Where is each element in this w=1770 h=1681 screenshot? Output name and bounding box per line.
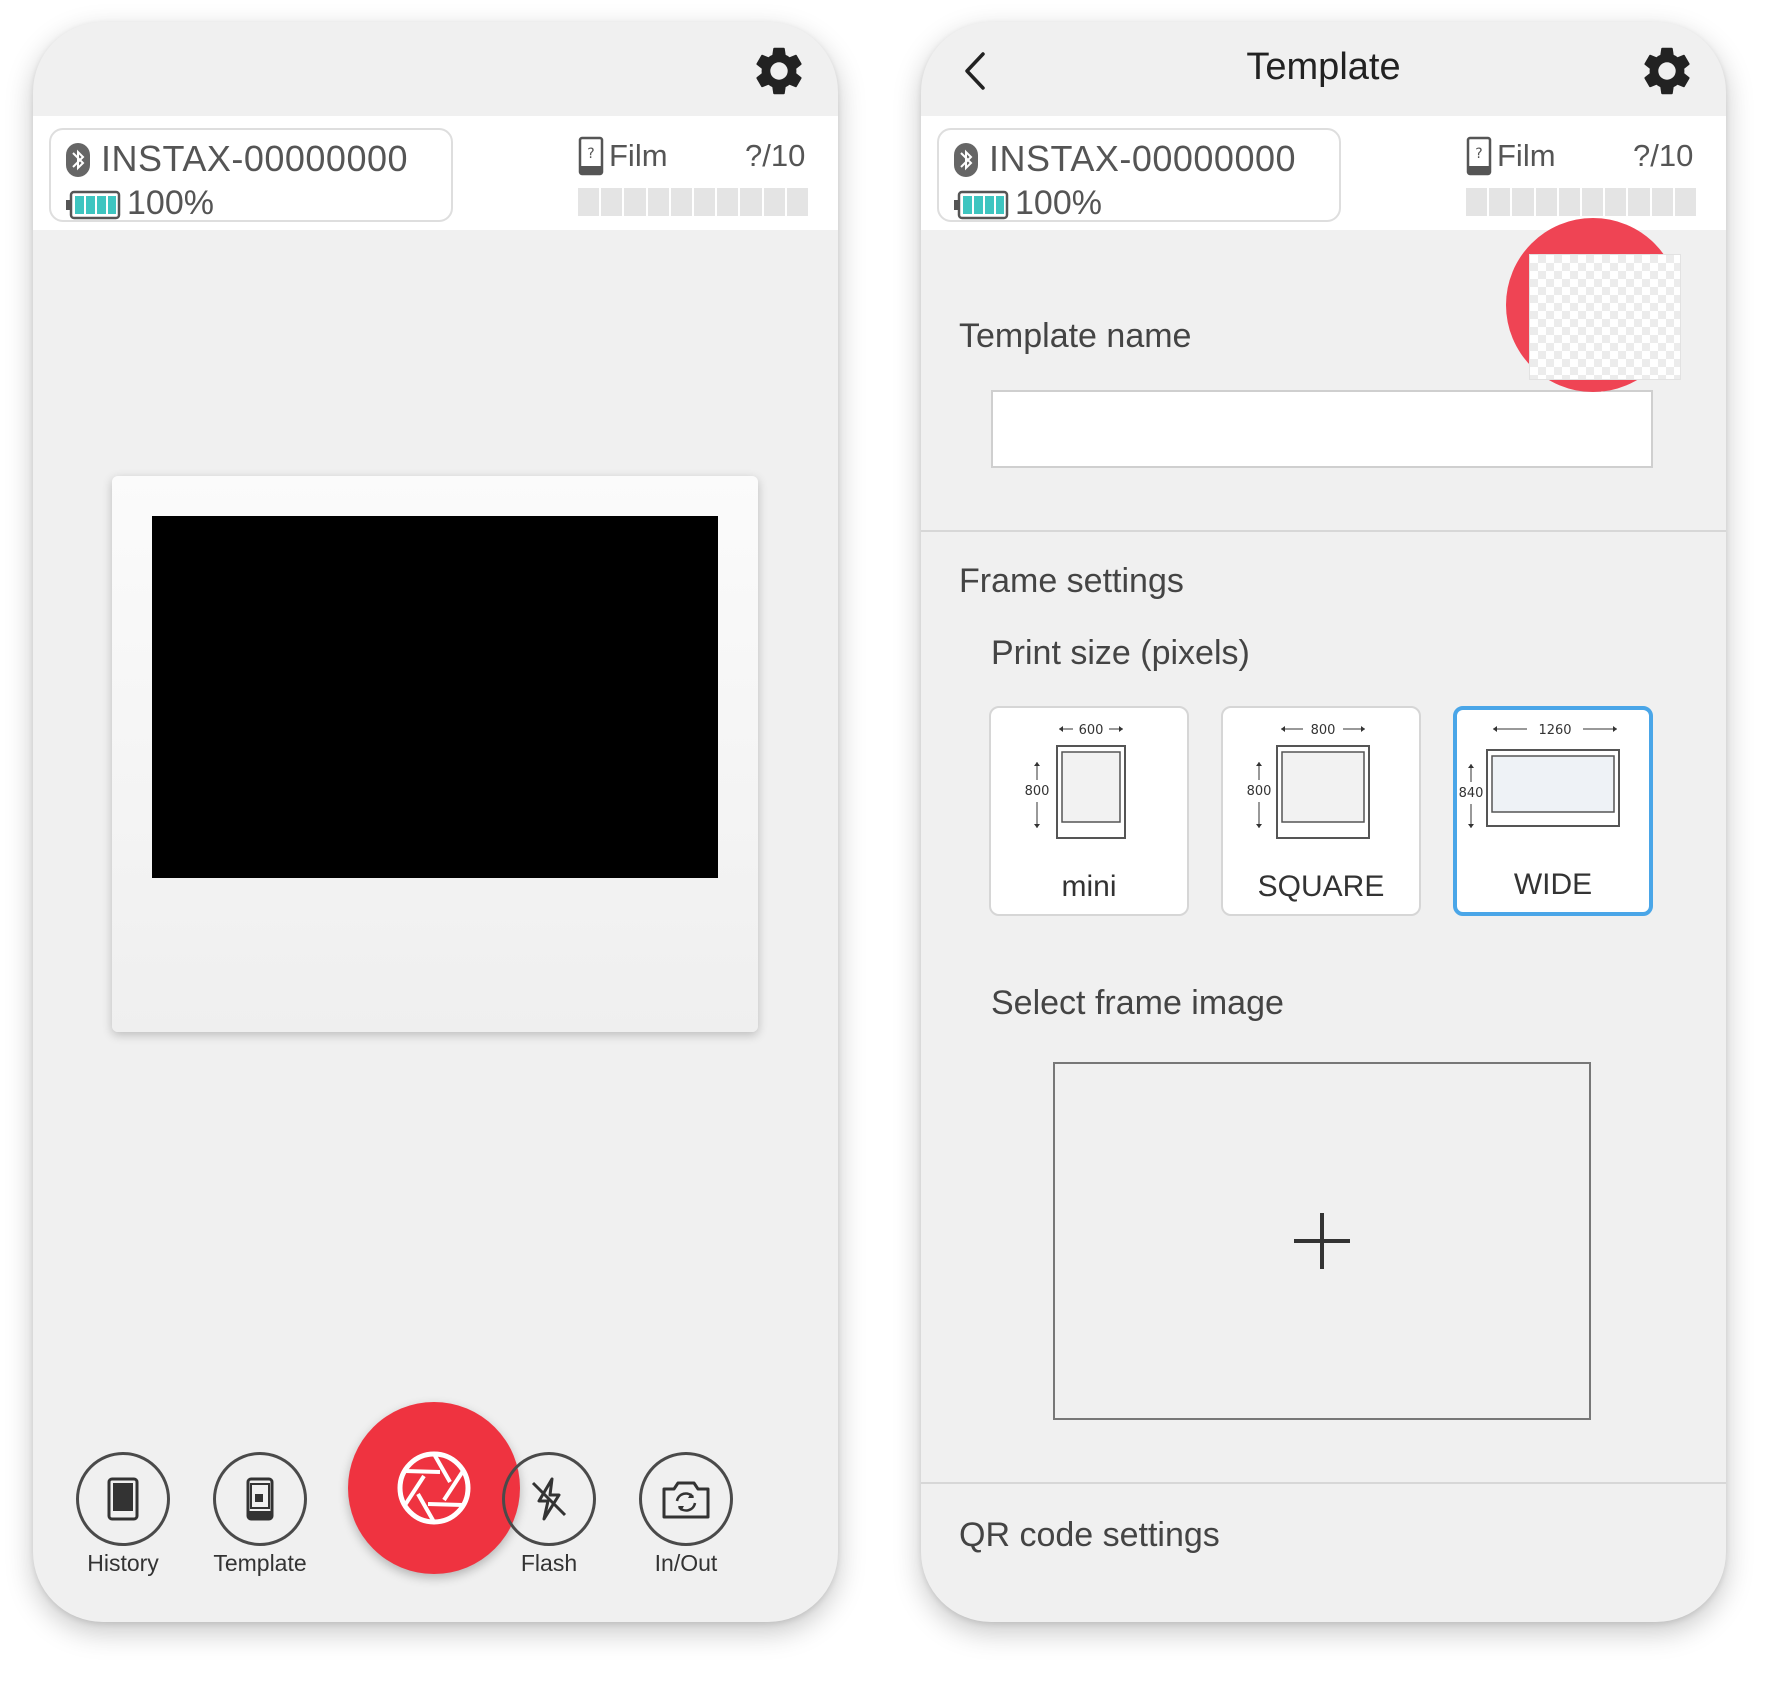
camera-switch-icon [662,1481,710,1519]
battery-percent: 100% [1015,184,1102,222]
print-size-label: Print size (pixels) [991,634,1250,672]
portrait-frame-icon: 600 800 [1025,723,1126,839]
device-name: INSTAX-00000000 [101,138,409,179]
device-name: INSTAX-00000000 [989,138,1297,179]
square-width-label: 800 [1311,723,1336,738]
landscape-frame-icon: 1260 840 [1459,723,1620,828]
plus-icon [1294,1213,1350,1269]
mini-width-label: 600 [1079,723,1104,738]
film-count: ?/10 [1633,138,1694,173]
flash-button[interactable]: Flash [499,1452,599,1577]
print-size-mini[interactable]: 600 800 mini [989,706,1189,916]
preview-thumbnail[interactable] [1529,254,1681,380]
flash-label: Flash [520,1550,578,1576]
shutter-icon [397,1451,471,1525]
print-size-mini-label: mini [1061,870,1117,903]
top-bar: Template [921,22,1726,116]
battery-percent: 100% [127,184,214,222]
camera-preview [152,516,718,878]
print-size-wide-label: WIDE [1513,868,1593,901]
print-size-square-label: SQUARE [1257,870,1385,903]
template-name-label: Template name [959,317,1192,355]
film-label: Film [609,138,668,173]
gear-icon[interactable] [750,42,808,100]
bluetooth-icon [66,143,90,177]
frame-settings-label: Frame settings [959,562,1184,600]
gear-icon[interactable] [1638,42,1696,100]
template-button[interactable]: Template [210,1452,310,1577]
mini-height-label: 800 [1025,784,1050,799]
printer-status-bar: INSTAX-00000000 100% ? Film ?/10 [921,116,1726,230]
printer-connection-box[interactable]: INSTAX-00000000 100% [49,128,453,222]
flash-off-icon [531,1477,567,1521]
film-remaining-bar [1466,188,1697,216]
wide-height-label: 840 [1459,786,1484,801]
top-bar [33,22,838,116]
select-frame-label: Select frame image [991,984,1284,1022]
printer-connection-box[interactable]: INSTAX-00000000 100% [937,128,1341,222]
film-icon: ? [578,136,604,176]
qr-code-settings-label[interactable]: QR code settings [959,1516,1220,1555]
bluetooth-icon [954,143,978,177]
svg-text:?: ? [587,146,594,162]
print-size-wide[interactable]: 1260 840 WIDE [1453,706,1653,916]
film-icon: ? [1466,136,1492,176]
film-remaining-bar [578,188,809,216]
select-frame-image-button[interactable] [1053,1062,1591,1420]
history-icon [107,1477,139,1521]
instax-film-frame [112,476,758,1032]
template-icon [246,1477,274,1521]
film-label: Film [1497,138,1556,173]
shutter-button[interactable] [348,1402,520,1574]
preview-label[interactable]: Preview [1506,388,1680,416]
svg-text:?: ? [1475,146,1482,162]
battery-icon [66,190,121,220]
square-frame-icon: 800 800 [1247,723,1370,839]
page-title: Template [1246,46,1401,88]
template-label: Template [213,1550,307,1576]
divider [921,1482,1726,1484]
template-screen: Template INSTAX-00000000 100% ? Film ?/1… [921,22,1726,1622]
print-size-square[interactable]: 800 800 SQUARE [1221,706,1421,916]
square-height-label: 800 [1247,784,1272,799]
inout-label: In/Out [654,1550,718,1576]
history-label: History [87,1550,159,1576]
divider [921,530,1726,532]
history-button[interactable]: History [73,1452,173,1577]
printer-status-bar: INSTAX-00000000 100% ? Film ?/10 [33,116,838,230]
wide-width-label: 1260 [1538,723,1571,738]
camera-screen: INSTAX-00000000 100% ? Film ?/10 History… [33,22,838,1622]
inout-button[interactable]: In/Out [636,1452,736,1577]
film-count: ?/10 [745,138,806,173]
battery-icon [954,190,1009,220]
